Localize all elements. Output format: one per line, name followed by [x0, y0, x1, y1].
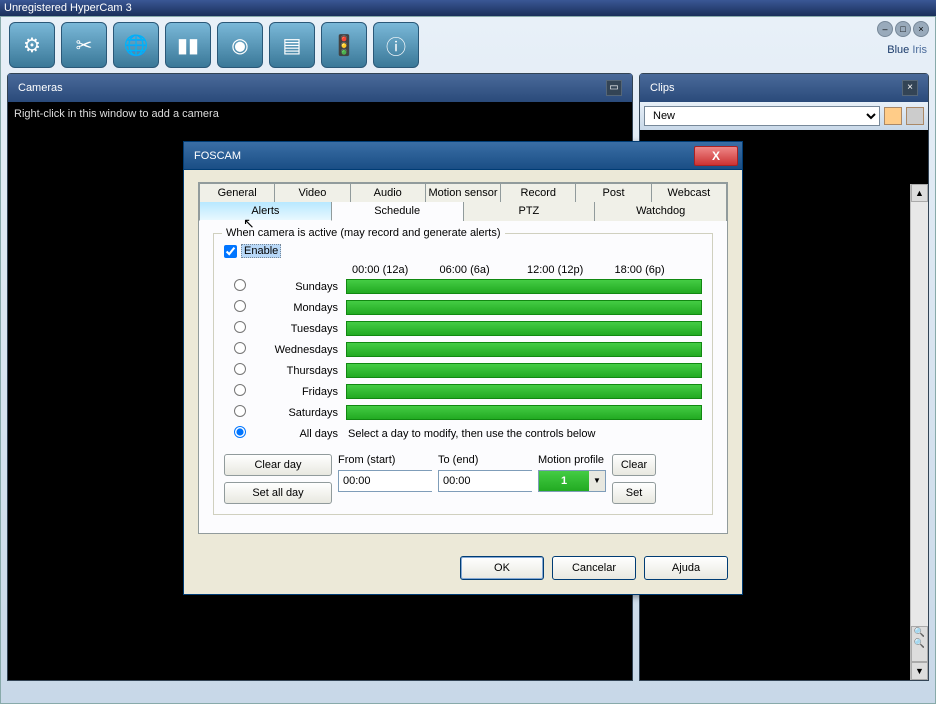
cancel-button[interactable]: Cancelar — [552, 556, 636, 580]
to-time-input[interactable]: ▲▼ — [438, 470, 532, 492]
enable-checkbox[interactable] — [224, 245, 237, 258]
clear-button[interactable]: Clear — [612, 454, 656, 476]
day-radio[interactable] — [234, 279, 246, 291]
day-row: Tuesdays — [224, 318, 702, 339]
tab-alerts[interactable]: Alerts — [199, 202, 332, 221]
tab-motion-sensor[interactable]: Motion sensor — [426, 183, 501, 202]
app-window: – □ × ⚙ ✂ 🌐 ▮▮ ◉ ▤ 🚦 ⓘ Blue Iris Cameras… — [0, 16, 936, 704]
day-schedule-bar[interactable] — [346, 300, 702, 315]
camera-settings-dialog: FOSCAM X GeneralVideoAudioMotion sensorR… — [183, 141, 743, 595]
scroll-up-icon[interactable]: ▲ — [911, 184, 928, 202]
tab-ptz[interactable]: PTZ — [464, 202, 596, 221]
motion-profile-select[interactable]: 1 ▼ — [538, 470, 606, 492]
from-label: From (start) — [338, 454, 432, 466]
folder-icon[interactable] — [884, 107, 902, 125]
set-all-day-button[interactable]: Set all day — [224, 482, 332, 504]
main-toolbar: ⚙ ✂ 🌐 ▮▮ ◉ ▤ 🚦 ⓘ Blue Iris — [1, 17, 935, 73]
dialog-close-button[interactable]: X — [694, 146, 738, 166]
chevron-down-icon[interactable]: ▼ — [589, 471, 605, 491]
record-icon[interactable]: ◉ — [217, 22, 263, 68]
tab-general[interactable]: General — [199, 183, 275, 202]
clip-scrollbar[interactable]: ▲ 🔍🔍 ▼ — [910, 184, 928, 680]
day-row: Mondays — [224, 297, 702, 318]
day-name: Mondays — [256, 302, 346, 314]
day-row: Saturdays — [224, 402, 702, 423]
day-name: Wednesdays — [256, 344, 346, 356]
to-label: To (end) — [438, 454, 532, 466]
tab-video[interactable]: Video — [275, 183, 350, 202]
all-days-hint: Select a day to modify, then use the con… — [346, 428, 702, 440]
clips-title: Clips — [650, 82, 674, 94]
cameras-panel-menu-icon[interactable]: ▭ — [606, 80, 622, 96]
day-row: All daysSelect a day to modify, then use… — [224, 423, 702, 444]
day-name: Saturdays — [256, 407, 346, 419]
day-row: Wednesdays — [224, 339, 702, 360]
profile-value: 1 — [539, 471, 589, 491]
time-header: 18:00 (6p) — [615, 264, 703, 276]
cameras-title: Cameras — [18, 82, 63, 94]
tab-watchdog[interactable]: Watchdog — [595, 202, 727, 221]
ok-button[interactable]: OK — [460, 556, 544, 580]
day-schedule-bar[interactable] — [346, 321, 702, 336]
day-schedule-bar[interactable] — [346, 279, 702, 294]
tab-webcast[interactable]: Webcast — [652, 183, 727, 202]
day-name: Thursdays — [256, 365, 346, 377]
day-radio[interactable] — [234, 426, 246, 438]
day-radio[interactable] — [234, 363, 246, 375]
day-schedule-bar[interactable] — [346, 384, 702, 399]
day-schedule-bar[interactable] — [346, 363, 702, 378]
tab-post[interactable]: Post — [576, 183, 651, 202]
scroll-down-icon[interactable]: ▼ — [911, 662, 928, 680]
dialog-title: FOSCAM — [194, 150, 241, 162]
cameras-hint: Right-click in this window to add a came… — [8, 102, 632, 126]
tools-icon[interactable]: ✂ — [61, 22, 107, 68]
day-name: Fridays — [256, 386, 346, 398]
day-radio[interactable] — [234, 300, 246, 312]
tab-audio[interactable]: Audio — [351, 183, 426, 202]
minimize-button[interactable]: – — [877, 21, 893, 37]
profile-label: Motion profile — [538, 454, 606, 466]
globe-icon[interactable]: 🌐 — [113, 22, 159, 68]
day-radio[interactable] — [234, 405, 246, 417]
clear-day-button[interactable]: Clear day — [224, 454, 332, 476]
day-name: Tuesdays — [256, 323, 346, 335]
time-header: 00:00 (12a) — [352, 264, 440, 276]
clips-close-icon[interactable]: × — [902, 80, 918, 96]
maximize-button[interactable]: □ — [895, 21, 911, 37]
refresh-icon[interactable] — [906, 107, 924, 125]
schedule-fieldset: When camera is active (may record and ge… — [213, 233, 713, 515]
day-name: All days — [256, 428, 346, 440]
day-radio[interactable] — [234, 342, 246, 354]
settings-icon[interactable]: ⚙ — [9, 22, 55, 68]
close-button[interactable]: × — [913, 21, 929, 37]
day-radio[interactable] — [234, 321, 246, 333]
day-name: Sundays — [256, 281, 346, 293]
help-button[interactable]: Ajuda — [644, 556, 728, 580]
time-header: 12:00 (12p) — [527, 264, 615, 276]
traffic-icon[interactable]: 🚦 — [321, 22, 367, 68]
day-radio[interactable] — [234, 384, 246, 396]
enable-label: Enable — [241, 244, 281, 258]
day-row: Sundays — [224, 276, 702, 297]
time-header: 06:00 (6a) — [440, 264, 528, 276]
day-row: Fridays — [224, 381, 702, 402]
day-schedule-bar[interactable] — [346, 405, 702, 420]
os-titlebar: Unregistered HyperCam 3 — [0, 0, 936, 16]
day-row: Thursdays — [224, 360, 702, 381]
from-time-input[interactable]: ▲▼ — [338, 470, 432, 492]
fieldset-legend: When camera is active (may record and ge… — [222, 227, 505, 239]
playback-icon[interactable]: ▤ — [269, 22, 315, 68]
zoom-controls[interactable]: 🔍🔍 — [911, 626, 928, 662]
info-icon[interactable]: ⓘ — [373, 22, 419, 68]
set-button[interactable]: Set — [612, 482, 656, 504]
day-schedule-bar[interactable] — [346, 342, 702, 357]
clips-filter-select[interactable]: New — [644, 106, 880, 126]
tab-record[interactable]: Record — [501, 183, 576, 202]
stats-icon[interactable]: ▮▮ — [165, 22, 211, 68]
tab-schedule[interactable]: Schedule — [332, 202, 464, 221]
